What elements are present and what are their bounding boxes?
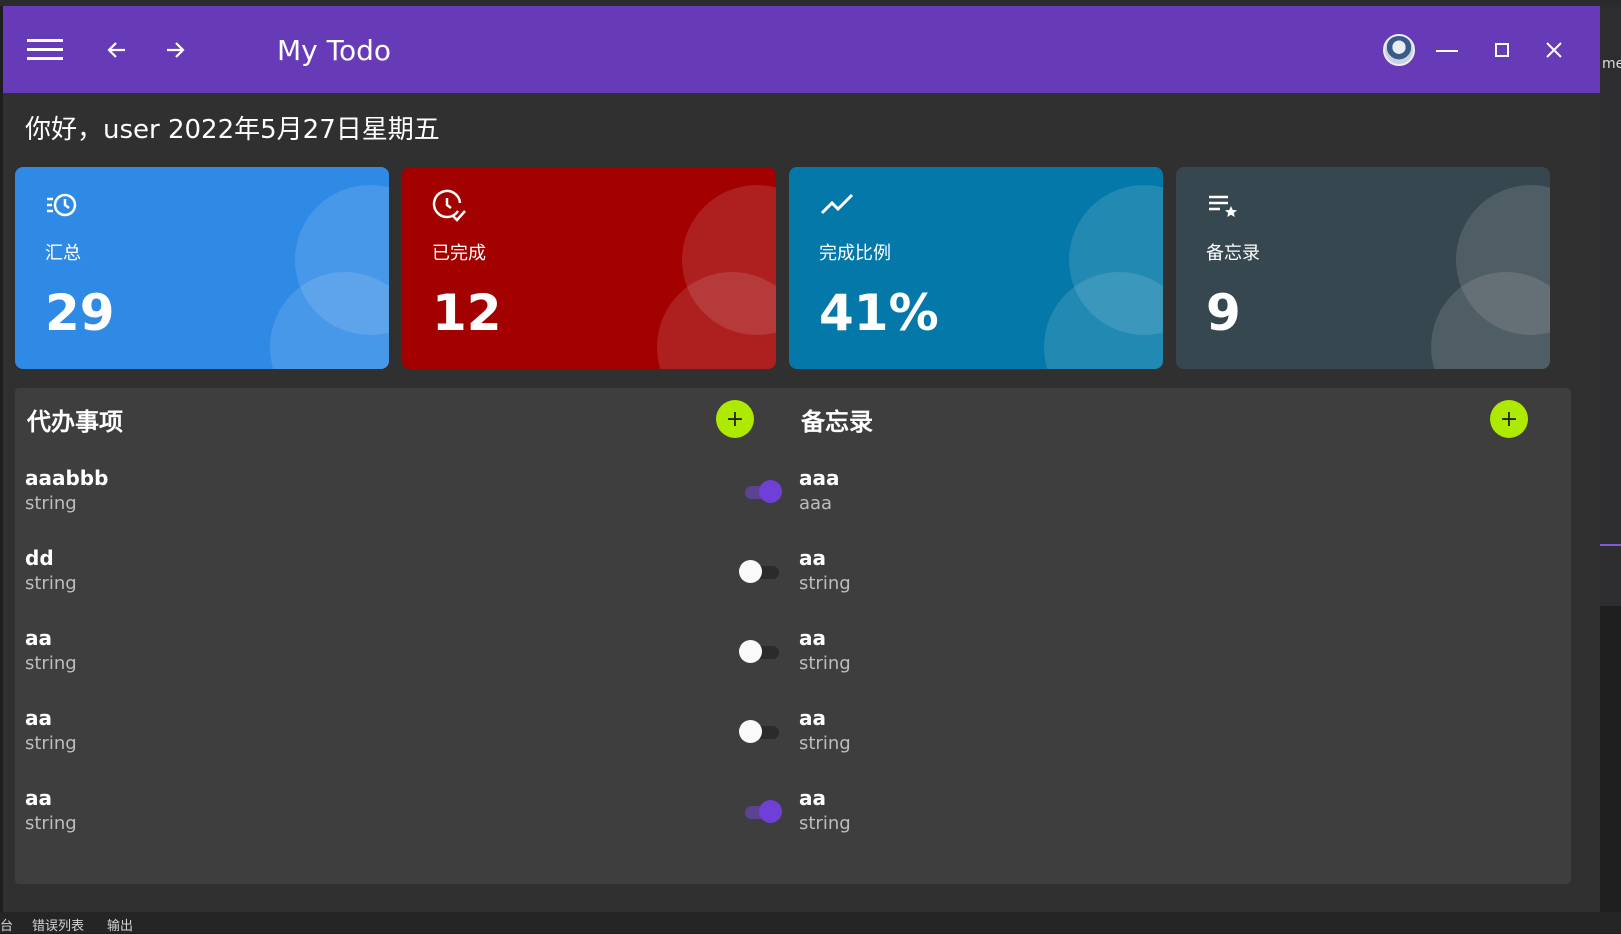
greeting-text: 你好，user 2022年5月27日星期五 [25, 115, 440, 145]
memo-item-content: string [799, 573, 851, 594]
decor-circle [657, 272, 776, 369]
arrow-right-icon [167, 42, 185, 58]
todo-item-title: dd [25, 546, 54, 570]
memo-item-content: string [799, 813, 851, 834]
add-todo-button[interactable]: + [716, 400, 754, 438]
memo-item-content: string [799, 653, 851, 674]
ide-tab-console[interactable]: 台 [0, 915, 13, 934]
app-window: My Todo 你好，user 2022年5月27日星期五 汇总 29 已完成 … [3, 6, 1600, 912]
ide-bottom-bar: 台 错误列表 输出 [0, 912, 1621, 934]
playlist-star-icon [1209, 195, 1237, 217]
todo-item-title: aa [25, 706, 52, 730]
toggle-thumb [739, 560, 762, 583]
close-button[interactable] [1540, 36, 1568, 64]
title-bar: My Todo [3, 6, 1600, 93]
todo-item[interactable]: aa string [25, 786, 782, 856]
ide-tab-error-list[interactable]: 错误列表 [32, 915, 84, 934]
add-memo-button[interactable]: + [1490, 400, 1528, 438]
card-total[interactable]: 汇总 29 [15, 167, 389, 369]
ide-side-label: me [1602, 56, 1621, 72]
minimize-icon [1436, 50, 1458, 52]
card-label: 已完成 [432, 243, 486, 264]
todo-done-toggle[interactable] [739, 800, 783, 824]
memo-item-title: aaa [799, 466, 840, 490]
card-label: 汇总 [45, 243, 81, 264]
todo-done-toggle[interactable] [739, 480, 783, 504]
memo-item[interactable]: aa string [799, 546, 1539, 616]
memo-item-content: aaa [799, 493, 833, 514]
card-label: 完成比例 [819, 243, 891, 264]
card-value: 41% [819, 284, 939, 342]
trend-icon [820, 193, 854, 215]
card-value: 12 [432, 284, 502, 342]
toggle-thumb [759, 800, 782, 823]
toggle-thumb [759, 480, 782, 503]
todo-item-title: aa [25, 786, 52, 810]
decor-circle [1431, 272, 1550, 369]
maximize-icon [1495, 43, 1509, 57]
arrow-left-icon [107, 42, 125, 58]
todo-item[interactable]: aa string [25, 626, 779, 696]
maximize-button[interactable] [1488, 36, 1516, 64]
history-icon [47, 193, 77, 217]
todo-panel-title: 代办事项 [27, 408, 123, 436]
memo-item-title: aa [799, 786, 826, 810]
card-value: 29 [45, 284, 115, 342]
ide-tab-output[interactable]: 输出 [107, 915, 133, 934]
todo-item-title: aaabbb [25, 466, 109, 490]
todo-done-toggle[interactable] [739, 720, 783, 744]
todo-item-content: string [25, 493, 77, 514]
memo-item[interactable]: aa string [799, 706, 1539, 776]
decor-circle [270, 272, 389, 369]
ide-side-accent [1600, 544, 1621, 546]
back-button[interactable] [103, 36, 131, 64]
memo-item[interactable]: aa string [799, 626, 1539, 696]
memo-item-title: aa [799, 626, 826, 650]
memo-item-title: aa [799, 546, 826, 570]
memo-panel: 备忘录 + aaa aaa aa string aa string aa str… [789, 388, 1571, 884]
todo-panel: 代办事项 + aaabbb string dd string aa string… [15, 388, 797, 884]
card-ratio[interactable]: 完成比例 41% [789, 167, 1163, 369]
todo-done-toggle[interactable] [739, 640, 783, 664]
toggle-thumb [739, 720, 762, 743]
menu-toggle-button[interactable] [27, 36, 63, 64]
forward-button[interactable] [161, 36, 189, 64]
todo-item-title: aa [25, 626, 52, 650]
card-completed[interactable]: 已完成 12 [402, 167, 776, 369]
card-memo[interactable]: 备忘录 9 [1176, 167, 1550, 369]
hamburger-icon [27, 39, 63, 60]
todo-item[interactable]: aaabbb string [25, 466, 782, 536]
todo-item[interactable]: aa string [25, 706, 779, 776]
app-title: My Todo [277, 34, 392, 67]
memo-item[interactable]: aa string [799, 786, 1539, 856]
ide-side-panel [1600, 6, 1621, 606]
user-avatar[interactable] [1383, 34, 1415, 66]
todo-item[interactable]: dd string [25, 546, 779, 616]
card-label: 备忘录 [1206, 243, 1260, 264]
memo-panel-title: 备忘录 [801, 408, 873, 436]
memo-item[interactable]: aaa aaa [799, 466, 1539, 536]
todo-item-content: string [25, 653, 77, 674]
card-value: 9 [1206, 284, 1241, 342]
todo-done-toggle[interactable] [739, 560, 783, 584]
close-icon [1546, 42, 1562, 58]
decor-circle [1044, 272, 1163, 369]
todo-item-content: string [25, 733, 77, 754]
todo-item-content: string [25, 813, 77, 834]
minimize-button[interactable] [1433, 36, 1461, 64]
todo-item-content: string [25, 573, 77, 594]
toggle-thumb [739, 640, 762, 663]
clock-check-icon [432, 189, 466, 222]
memo-item-content: string [799, 733, 851, 754]
memo-item-title: aa [799, 706, 826, 730]
